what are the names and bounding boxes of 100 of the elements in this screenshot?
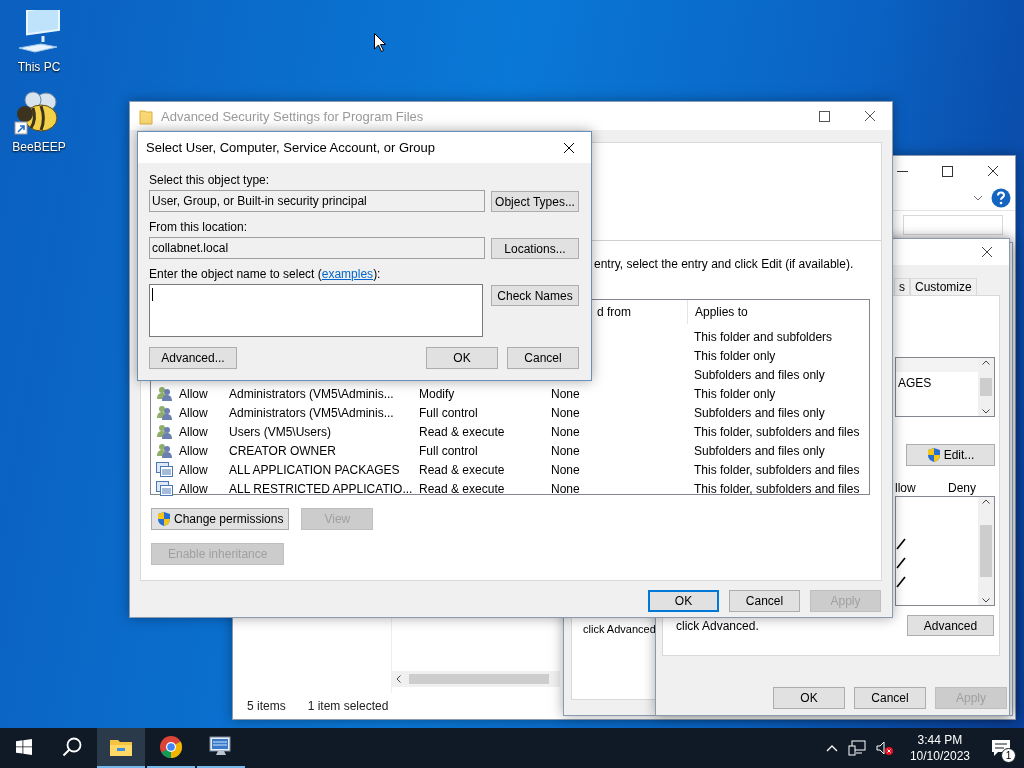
- window-title: Advanced Security Settings for Program Files: [161, 108, 424, 124]
- table-cell: CREATOR OWNER: [229, 443, 336, 458]
- vertical-scrollbar[interactable]: [978, 358, 994, 416]
- object-type-field[interactable]: User, Group, or Built-in security principal: [149, 190, 485, 212]
- object-types-button[interactable]: Object Types...: [491, 191, 579, 212]
- instruction-text: entry, select the entry and click Edit (if available).: [594, 257, 854, 271]
- dialog-button[interactable]: Cancel: [729, 590, 800, 612]
- users-icon: [155, 405, 173, 420]
- tab[interactable]: s: [894, 278, 910, 295]
- list-item[interactable]: AGES: [896, 374, 978, 392]
- volume-muted-icon[interactable]: [875, 740, 894, 756]
- maximize-icon[interactable]: [819, 110, 830, 122]
- dialog-button[interactable]: Cancel: [854, 687, 926, 709]
- table-cell: ALL APPLICATION PACKAGES: [229, 462, 400, 477]
- search-icon[interactable]: [62, 737, 82, 757]
- table-cell: Allow: [179, 462, 208, 477]
- shield-icon: [926, 447, 941, 463]
- windows-start-icon[interactable]: [16, 739, 32, 755]
- table-cell: None: [551, 386, 580, 401]
- clock-time[interactable]: 3:44 PM: [917, 732, 963, 748]
- table-cell: Users (VM5\Users): [229, 424, 331, 439]
- dialog-button[interactable]: Cancel: [507, 347, 579, 369]
- close-icon[interactable]: [562, 141, 575, 154]
- scroll-left-icon[interactable]: [396, 675, 401, 683]
- browser-icon[interactable]: [159, 735, 183, 759]
- scrollbar-thumb[interactable]: [409, 674, 549, 684]
- group-list[interactable]: AGES: [895, 357, 995, 417]
- maximize-icon[interactable]: [942, 165, 953, 177]
- table-cell: Full control: [419, 443, 478, 458]
- network-icon[interactable]: [847, 740, 866, 756]
- chevron-down-icon[interactable]: [973, 195, 983, 201]
- status-text: 1 item selected: [307, 699, 389, 713]
- chevron-up-icon[interactable]: [825, 744, 838, 752]
- notification-count: 1: [1001, 748, 1016, 763]
- dialog-button[interactable]: OK: [773, 687, 845, 709]
- scrollbar-thumb[interactable]: [980, 525, 992, 577]
- table-cell: Read & execute: [419, 424, 505, 439]
- taskbar-button[interactable]: [97, 728, 145, 768]
- table-cell: None: [551, 405, 580, 420]
- tab[interactable]: Customize: [910, 278, 977, 295]
- minimize-icon[interactable]: [897, 169, 908, 173]
- table-cell: Subfolders and files only: [694, 405, 825, 420]
- table-cell: This folder and subfolders: [694, 329, 833, 344]
- table-cell: ALL RESTRICTED APPLICATIO...: [229, 481, 413, 496]
- table-cell: Administrators (VM5\Adminis...: [229, 405, 394, 420]
- advanced-button[interactable]: Advanced: [907, 615, 994, 636]
- address-field[interactable]: [903, 215, 1003, 235]
- locations-button[interactable]: Locations...: [491, 238, 579, 259]
- field-label: Enter the object name to select (examples):: [149, 267, 382, 282]
- scroll-up-icon[interactable]: [982, 499, 990, 504]
- mouse-pointer-icon: [374, 33, 386, 52]
- edit-button[interactable]: Edit...: [906, 444, 995, 466]
- folder-icon: [139, 107, 153, 125]
- close-icon[interactable]: [980, 246, 993, 258]
- dialog-button[interactable]: OK: [648, 590, 719, 612]
- status-text: 5 items: [247, 699, 286, 713]
- vertical-scrollbar[interactable]: [978, 497, 994, 605]
- scroll-down-icon[interactable]: [982, 598, 990, 603]
- desktop-icon-label[interactable]: This PC: [17, 60, 61, 74]
- table-cell: Allow: [179, 424, 208, 439]
- scroll-up-icon[interactable]: [982, 360, 990, 365]
- users-icon: [155, 386, 173, 401]
- dialog-button[interactable]: OK: [426, 347, 498, 369]
- check-names-button[interactable]: Check Names: [491, 285, 579, 306]
- column-header[interactable]: Applies to: [695, 305, 748, 319]
- users-icon: [155, 443, 173, 458]
- action-button[interactable]: Change permissions: [151, 508, 290, 530]
- close-icon[interactable]: [986, 165, 999, 177]
- examples-link[interactable]: examples: [321, 267, 374, 281]
- horizontal-scrollbar[interactable]: [392, 671, 560, 687]
- table-cell: This folder, subfolders and files: [694, 424, 860, 439]
- table-cell: This folder, subfolders and files: [694, 481, 860, 496]
- dialog-title: Select User, Computer, Service Account, or Group: [146, 140, 436, 155]
- scroll-down-icon[interactable]: [982, 409, 990, 414]
- table-cell: Modify: [419, 386, 455, 401]
- application-icon: [155, 481, 173, 496]
- column-header[interactable]: d from: [597, 305, 631, 319]
- scrollbar-thumb[interactable]: [980, 378, 992, 396]
- field-label: From this location:: [149, 220, 249, 235]
- note-text: click Advanced.: [676, 619, 759, 633]
- notification-button[interactable]: 1: [986, 733, 1016, 763]
- table-cell: Full control: [419, 405, 478, 420]
- table-cell: Read & execute: [419, 481, 505, 496]
- table-cell: None: [551, 462, 580, 477]
- desktop-icon-label[interactable]: BeeBEEP: [12, 140, 66, 154]
- clock-date[interactable]: 10/10/2023: [909, 748, 970, 764]
- table-cell: This folder, subfolders and files: [694, 462, 860, 477]
- close-icon[interactable]: [863, 110, 876, 122]
- column-header: llow: [895, 481, 917, 495]
- table-cell: Allow: [179, 443, 208, 458]
- folder-icon[interactable]: [109, 737, 133, 757]
- help-icon[interactable]: [991, 188, 1011, 208]
- note-text: click Advanced: [583, 623, 656, 635]
- advanced-button[interactable]: Advanced...: [149, 347, 237, 369]
- table-cell: This folder only: [694, 348, 776, 363]
- location-field[interactable]: collabnet.local: [149, 237, 485, 259]
- table-cell: None: [551, 481, 580, 496]
- object-name-field[interactable]: [149, 284, 483, 337]
- field-label: Select this object type:: [149, 173, 271, 188]
- table-cell: None: [551, 424, 580, 439]
